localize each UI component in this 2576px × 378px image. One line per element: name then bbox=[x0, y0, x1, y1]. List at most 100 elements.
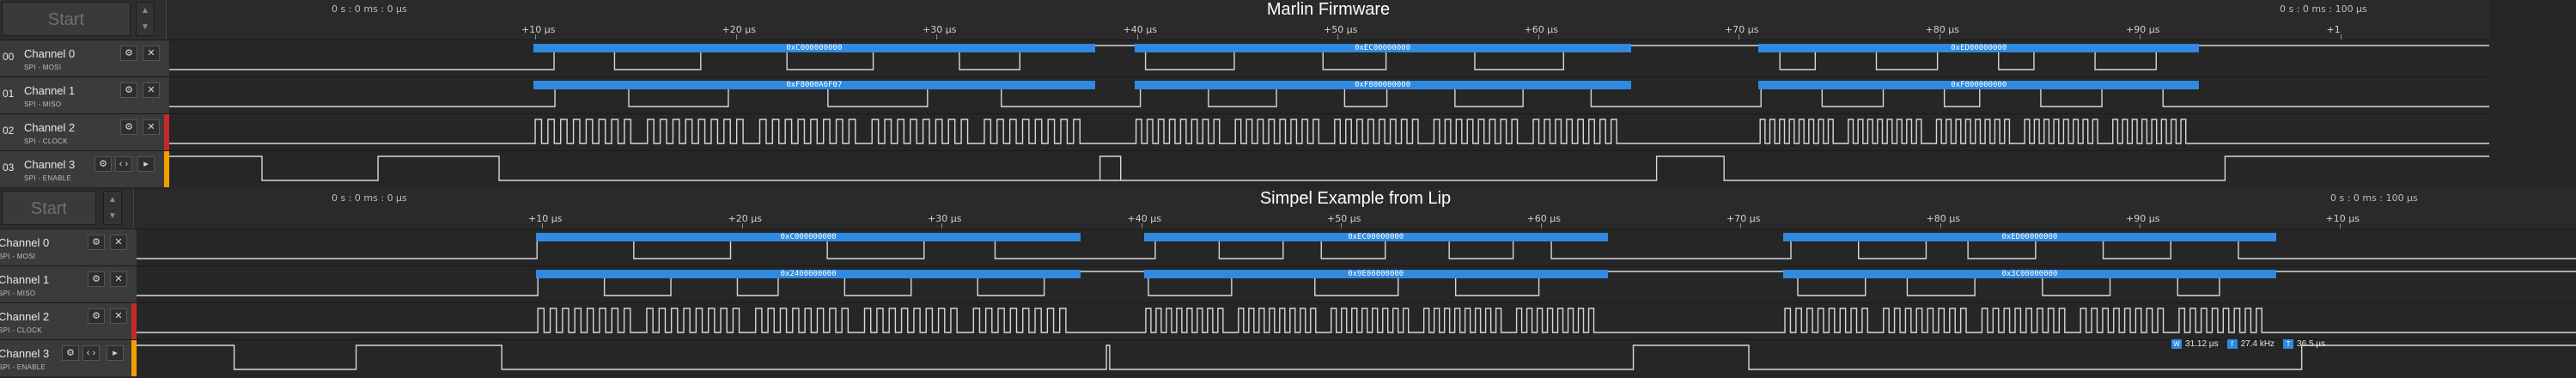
waveform-area[interactable]: 0x2400000000 0x9E00000000 0x3C00000000 bbox=[137, 266, 2576, 302]
time-tick-label: +20 µs bbox=[728, 213, 762, 224]
close-icon[interactable]: ✕ bbox=[110, 271, 127, 287]
channel-analyzer-label: SPI - MOSI bbox=[24, 64, 62, 71]
panel-header: Start ▲ ▼ Marlin Firmware 0 s : 0 ms : 0 … bbox=[0, 0, 2490, 40]
decoded-frame[interactable]: 0xC000000000 bbox=[536, 233, 1081, 241]
close-icon[interactable]: ✕ bbox=[110, 308, 127, 324]
channel-name[interactable]: Channel 3 bbox=[24, 158, 75, 171]
capture-panel-simpel: Start ▲ ▼ Simpel Example from Lip 0 s : 0… bbox=[0, 189, 2576, 378]
channel-label-panel[interactable]: 03 Channel 3 SPI - ENABLE ⚙ ‹ › ▸ bbox=[0, 151, 166, 187]
scroll-arrows-icon[interactable]: ‹ › bbox=[82, 345, 100, 361]
channel-label-panel[interactable]: 01 Channel 1 SPI - MISO ⚙ ✕ bbox=[0, 77, 166, 113]
channel-name[interactable]: Channel 0 bbox=[0, 236, 49, 249]
time-tick-label: +10 µs bbox=[521, 24, 556, 35]
gear-icon[interactable]: ⚙ bbox=[88, 271, 105, 287]
close-icon[interactable]: ✕ bbox=[110, 235, 127, 250]
time-tick-label: +70 µs bbox=[1725, 24, 1759, 35]
decoded-frame[interactable]: 0xF800000000 bbox=[1758, 81, 2200, 89]
decoded-frame[interactable]: 0xEC00000000 bbox=[1134, 44, 1631, 52]
channel-name[interactable]: Channel 3 bbox=[0, 347, 49, 360]
channel-number: 01 bbox=[3, 88, 15, 100]
decoded-frame[interactable]: 0xF800000000 bbox=[1134, 81, 1631, 89]
waveform-trace bbox=[169, 155, 2489, 181]
decoded-frame[interactable]: 0x2400000000 bbox=[536, 270, 1081, 278]
channel-name[interactable]: Channel 2 bbox=[24, 121, 75, 134]
gear-icon[interactable]: ⚙ bbox=[120, 82, 137, 98]
waveform-trace bbox=[137, 308, 2576, 333]
waveform-area[interactable]: 0xF8000A6F07 0xF800000000 0xF800000000 bbox=[169, 77, 2489, 113]
time-tick-label: +80 µs bbox=[1925, 24, 1959, 35]
channel-label-panel[interactable]: Channel 3 SPI - ENABLE ⚙ ‹ › ▸ bbox=[0, 340, 133, 376]
waveform-trace bbox=[137, 344, 2576, 370]
time-tick-label: +30 µs bbox=[923, 24, 957, 35]
channel-label-panel[interactable]: 02 Channel 2 SPI - CLOCK ⚙ ✕ bbox=[0, 114, 166, 150]
gear-icon[interactable]: ⚙ bbox=[120, 119, 137, 135]
decoded-frame[interactable]: 0x3C00000000 bbox=[1783, 270, 2276, 278]
channel-name[interactable]: Channel 1 bbox=[0, 273, 49, 286]
time-tick-label: +40 µs bbox=[1123, 24, 1157, 35]
decoded-frame[interactable]: 0xC000000000 bbox=[533, 44, 1095, 52]
width-badge: W bbox=[2171, 339, 2182, 349]
channel-row: Channel 0 SPI - MOSI ⚙ ✕ 0xC000000000 0xEC000… bbox=[0, 229, 2576, 265]
caret-down-icon[interactable]: ▸ bbox=[137, 156, 155, 172]
channel-label-panel[interactable]: Channel 1 SPI - MISO ⚙ ✕ bbox=[0, 266, 133, 302]
channel-analyzer-label: SPI - MOSI bbox=[0, 253, 36, 260]
close-icon[interactable]: ✕ bbox=[143, 46, 160, 61]
close-icon[interactable]: ✕ bbox=[143, 82, 160, 98]
channel-row: 01 Channel 1 SPI - MISO ⚙ ✕ 0xF8000A6F07 0xF80… bbox=[0, 76, 2489, 113]
abs-time-left: 0 s : 0 ms : 0 µs bbox=[332, 3, 407, 15]
caret-down-icon[interactable]: ▲ ▼ bbox=[103, 191, 122, 225]
gear-icon[interactable]: ⚙ bbox=[88, 235, 105, 250]
capture-panel-marlin: Start ▲ ▼ Marlin Firmware 0 s : 0 ms : 0 … bbox=[0, 0, 2576, 189]
channel-label-panel[interactable]: 00 Channel 0 SPI - MOSI ⚙ ✕ bbox=[0, 40, 166, 76]
waveform-area[interactable] bbox=[137, 303, 2576, 339]
channel-analyzer-label: SPI - MISO bbox=[24, 101, 62, 108]
gear-icon[interactable]: ⚙ bbox=[94, 156, 112, 172]
panel-header: Start ▲ ▼ Simpel Example from Lip 0 s : 0… bbox=[0, 189, 2576, 229]
gear-icon[interactable]: ⚙ bbox=[120, 46, 137, 61]
decoded-frame[interactable]: 0xEC00000000 bbox=[1143, 233, 1608, 241]
close-icon[interactable]: ✕ bbox=[143, 119, 160, 135]
waveform-area[interactable]: 0xC000000000 0xEC00000000 0xED00000000 bbox=[137, 229, 2576, 265]
waveform-area[interactable]: 0xC000000000 0xEC00000000 0xED00000000 bbox=[169, 40, 2489, 76]
channel-name[interactable]: Channel 2 bbox=[0, 310, 49, 323]
channel-row: 00 Channel 0 SPI - MOSI ⚙ ✕ 0xC000000000 0xEC0… bbox=[0, 40, 2489, 76]
gear-icon[interactable]: ⚙ bbox=[62, 345, 79, 361]
time-tick-label: +90 µs bbox=[2126, 24, 2160, 35]
period-value: 36.5 µs bbox=[2297, 339, 2326, 349]
waveform-svg bbox=[169, 119, 2489, 144]
scroll-arrows-icon[interactable]: ‹ › bbox=[115, 156, 132, 172]
time-ruler[interactable]: Marlin Firmware 0 s : 0 ms : 0 µs 0 s : … bbox=[166, 0, 2490, 40]
waveform-area[interactable] bbox=[169, 114, 2489, 150]
channel-name[interactable]: Channel 0 bbox=[24, 47, 75, 60]
start-button[interactable]: Start bbox=[2, 2, 131, 36]
caret-down-icon[interactable]: ▸ bbox=[107, 345, 124, 361]
capture-title: Simpel Example from Lip bbox=[1259, 189, 1452, 208]
waveform-area[interactable] bbox=[169, 151, 2489, 187]
decoded-frame[interactable]: 0xED00000000 bbox=[1783, 233, 2276, 241]
time-tick-label: +80 µs bbox=[1926, 213, 1960, 224]
time-tick-label: +20 µs bbox=[722, 24, 756, 35]
channel-number: 00 bbox=[3, 51, 15, 63]
measurement-readout: W 31.12 µs f 27.4 kHz T 36.5 µs bbox=[2171, 339, 2334, 349]
decoded-frame[interactable]: 0x9E00000000 bbox=[1143, 270, 1608, 278]
decoded-frame[interactable]: 0xF8000A6F07 bbox=[533, 81, 1095, 89]
channel-analyzer-label: SPI - CLOCK bbox=[0, 326, 42, 334]
decoded-frame[interactable]: 0xED00000000 bbox=[1758, 44, 2200, 52]
time-ruler[interactable]: Simpel Example from Lip 0 s : 0 ms : 0 µ… bbox=[133, 189, 2576, 229]
channel-analyzer-label: SPI - CLOCK bbox=[24, 137, 68, 145]
channel-label-panel[interactable]: Channel 2 SPI - CLOCK ⚙ ✕ bbox=[0, 303, 133, 339]
time-tick-label: +60 µs bbox=[1526, 213, 1561, 224]
abs-time-left: 0 s : 0 ms : 0 µs bbox=[332, 192, 407, 204]
start-button[interactable]: Start bbox=[2, 191, 96, 225]
abs-time-right: 0 s : 0 ms : 100 µs bbox=[2280, 3, 2367, 15]
channel-row: Channel 1 SPI - MISO ⚙ ✕ 0x2400000000 0x9E000… bbox=[0, 265, 2576, 302]
waveform-svg bbox=[137, 308, 2576, 333]
period-badge: T bbox=[2283, 339, 2294, 349]
gear-icon[interactable]: ⚙ bbox=[88, 308, 105, 324]
caret-down-icon[interactable]: ▲ ▼ bbox=[136, 2, 155, 36]
frequency-value: 27.4 kHz bbox=[2240, 339, 2275, 349]
channel-label-panel[interactable]: Channel 0 SPI - MOSI ⚙ ✕ bbox=[0, 229, 133, 265]
channel-row: 03 Channel 3 SPI - ENABLE ⚙ ‹ › ▸ bbox=[0, 150, 2489, 187]
time-tick-label: +10 µs bbox=[2325, 213, 2360, 224]
channel-name[interactable]: Channel 1 bbox=[24, 84, 75, 97]
